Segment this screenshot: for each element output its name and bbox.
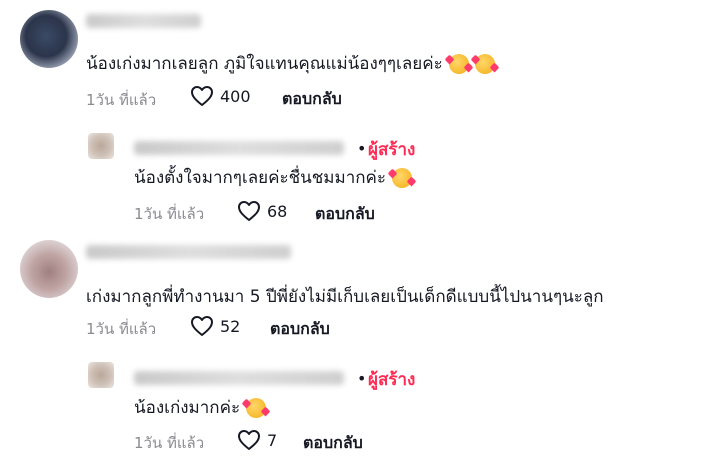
reply-text: น้องเก่งมากค่ะ — [134, 394, 267, 421]
reply-text: น้องตั้งใจมากๆเลยค่ะชื่นชมมากค่ะ — [134, 164, 413, 191]
heart-outline-icon — [238, 201, 260, 221]
separator-dot: • — [357, 369, 367, 388]
avatar[interactable] — [88, 133, 114, 159]
username-blurred[interactable] — [86, 14, 201, 28]
comment-time: 1วัน ที่แล้ว — [86, 91, 157, 109]
reply-time: 1วัน ที่แล้ว — [134, 434, 205, 452]
comment-time: 1วัน ที่แล้ว — [86, 320, 157, 338]
like-count: 7 — [267, 430, 278, 450]
like-button[interactable]: 68 — [237, 200, 287, 222]
username-blurred[interactable] — [134, 371, 344, 385]
avatar[interactable] — [20, 10, 78, 68]
avatar[interactable] — [20, 240, 78, 298]
like-count: 68 — [267, 201, 288, 221]
avatar[interactable] — [88, 362, 114, 388]
heart-outline-icon — [238, 430, 260, 450]
like-count: 52 — [220, 316, 241, 336]
heart-outline-icon — [191, 316, 213, 336]
separator-dot: • — [357, 139, 367, 158]
like-button[interactable]: 52 — [190, 315, 240, 337]
like-count: 400 — [220, 86, 251, 106]
smiling-face-with-hearts-icon — [392, 168, 413, 188]
reply-button[interactable]: ตอบกลับ — [270, 317, 330, 342]
smiling-face-with-hearts-icon — [474, 54, 495, 74]
creator-badge: ผู้สร้าง — [368, 140, 416, 160]
reply-button[interactable]: ตอบกลับ — [303, 431, 363, 456]
like-button[interactable]: 400 — [190, 85, 251, 107]
creator-badge: ผู้สร้าง — [368, 370, 416, 390]
reply-button[interactable]: ตอบกลับ — [282, 87, 342, 112]
reply-button[interactable]: ตอบกลับ — [315, 202, 375, 227]
comment-text: เก่งมากลูกพี่ทำงานมา 5 ปีพี่ยังไม่มีเก็บ… — [86, 287, 604, 307]
like-button[interactable]: 7 — [237, 429, 277, 451]
username-blurred[interactable] — [86, 245, 291, 259]
comment-text: น้องเก่งมากเลยลูก ภูมิใจแทนคุณแม่น้องๆๆเ… — [86, 50, 495, 77]
smiling-face-with-hearts-icon — [246, 398, 267, 418]
smiling-face-with-hearts-icon — [448, 54, 469, 74]
heart-outline-icon — [191, 86, 213, 106]
username-blurred[interactable] — [134, 141, 344, 155]
reply-time: 1วัน ที่แล้ว — [134, 205, 205, 223]
